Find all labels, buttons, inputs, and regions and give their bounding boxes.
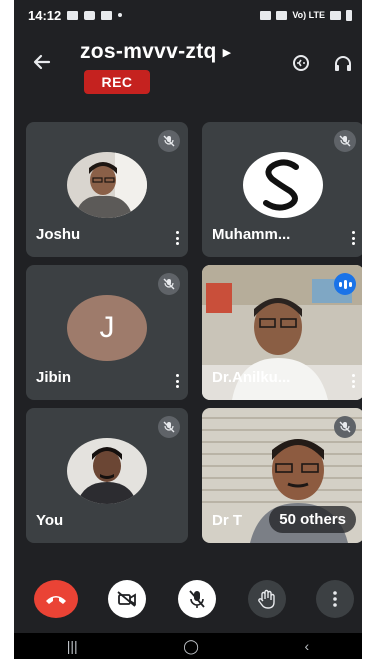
avatar-initial: J bbox=[67, 295, 147, 361]
call-controls bbox=[14, 580, 362, 620]
mic-toggle-button[interactable] bbox=[178, 580, 216, 618]
mic-off-icon bbox=[334, 416, 356, 438]
chevron-right-icon: ▶ bbox=[222, 46, 232, 59]
back-arrow-icon[interactable] bbox=[32, 52, 52, 78]
participant-tile-muhammed[interactable]: Muhamm... bbox=[202, 122, 362, 257]
mic-off-icon bbox=[158, 130, 180, 152]
avatar-logo bbox=[243, 152, 323, 218]
headphones-icon[interactable] bbox=[332, 52, 354, 74]
participant-tile-you[interactable]: You bbox=[26, 408, 188, 543]
s-logo-icon bbox=[263, 159, 299, 211]
wifi-icon bbox=[276, 10, 288, 20]
status-time: 14:12 bbox=[28, 7, 62, 23]
participant-tile-jibin[interactable]: J Jibin bbox=[26, 265, 188, 400]
mic-off-icon bbox=[189, 590, 205, 608]
hang-up-icon bbox=[46, 596, 66, 604]
recording-badge: REC bbox=[84, 70, 150, 94]
more-notifications-icon bbox=[118, 13, 123, 17]
alarm-icon bbox=[260, 10, 272, 20]
signal-icon bbox=[330, 10, 341, 20]
avatar-photo bbox=[67, 152, 147, 218]
gmail-notification-icon bbox=[101, 10, 113, 20]
more-options-button[interactable] bbox=[316, 580, 354, 618]
network-label: Vo) LTE bbox=[292, 10, 325, 20]
others-count-badge[interactable]: 50 others bbox=[269, 506, 356, 533]
mic-off-icon bbox=[158, 416, 180, 438]
switch-camera-icon[interactable] bbox=[290, 52, 312, 74]
battery-icon bbox=[346, 9, 352, 21]
system-nav-bar: ||| ◯ ‹ bbox=[14, 633, 362, 659]
avatar-photo bbox=[67, 438, 147, 504]
mic-off-icon bbox=[334, 130, 356, 152]
hand-icon bbox=[258, 589, 275, 609]
meeting-code: zos-mvvv-ztq bbox=[80, 40, 217, 63]
camera-toggle-button[interactable] bbox=[108, 580, 146, 618]
back-nav-icon[interactable]: ‹ bbox=[305, 638, 310, 654]
participant-name: Dr.Anilku... bbox=[212, 369, 291, 386]
more-vert-icon bbox=[333, 591, 337, 607]
participant-tile-others[interactable]: Dr T 50 others bbox=[202, 408, 362, 543]
participant-name: Muhamm... bbox=[212, 226, 291, 243]
gallery-notification-icon bbox=[67, 10, 79, 20]
recents-icon[interactable]: ||| bbox=[67, 638, 78, 654]
meeting-title[interactable]: zos-mvvv-ztq ▶ bbox=[80, 40, 231, 64]
participant-name: Dr T bbox=[212, 512, 242, 529]
participant-tile-anilkumar[interactable]: Dr.Anilku... bbox=[202, 265, 362, 400]
end-call-button[interactable] bbox=[34, 580, 78, 618]
status-bar: 14:12 Vo) LTE bbox=[14, 0, 362, 30]
more-vert-icon[interactable] bbox=[352, 231, 356, 245]
participant-tile-joshu[interactable]: Joshu bbox=[26, 122, 188, 257]
home-icon[interactable]: ◯ bbox=[183, 638, 199, 655]
mic-off-icon bbox=[158, 273, 180, 295]
more-vert-icon[interactable] bbox=[176, 374, 180, 388]
raise-hand-button[interactable] bbox=[248, 580, 286, 618]
camera-off-icon bbox=[117, 591, 136, 607]
speaking-indicator-icon bbox=[334, 273, 356, 295]
message-notification-icon bbox=[84, 10, 96, 20]
more-vert-icon[interactable] bbox=[176, 231, 180, 245]
phone-screen: 14:12 Vo) LTE zos-mvvv-ztq ▶ REC Joshu M… bbox=[14, 0, 362, 659]
more-vert-icon[interactable] bbox=[352, 374, 356, 388]
participant-name: Joshu bbox=[36, 226, 81, 243]
participant-name: Jibin bbox=[36, 369, 72, 386]
participant-name: You bbox=[36, 512, 64, 529]
meeting-header: zos-mvvv-ztq ▶ REC bbox=[14, 30, 362, 98]
